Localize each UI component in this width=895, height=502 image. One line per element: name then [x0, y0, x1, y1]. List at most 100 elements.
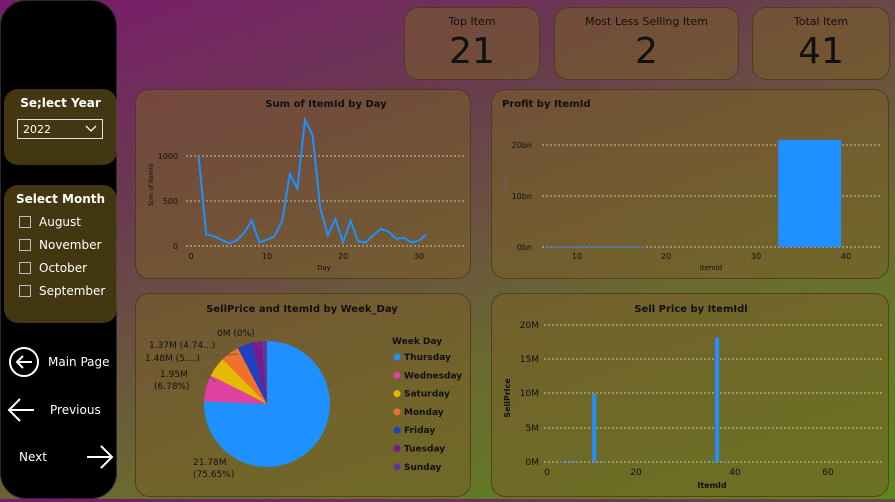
legend-item: Friday: [404, 426, 435, 436]
data-label-thursday-pct: (75.65%): [193, 470, 234, 480]
y-tick-label: 10M: [520, 389, 539, 399]
checkbox[interactable]: [19, 215, 31, 228]
month-label: November: [39, 237, 102, 252]
data-label-zero: 0M (0%): [217, 329, 255, 339]
y-tick-label: 5M: [526, 424, 540, 434]
x-tick-label: 10: [572, 252, 582, 261]
kpi-label: Top Item: [448, 15, 496, 28]
bar: [559, 461, 564, 463]
y-tick-label: 15M: [520, 355, 539, 365]
bar: [617, 246, 627, 248]
kpi-card-least-selling: Most Less Selling Item 2: [554, 7, 739, 80]
bar: [608, 246, 618, 248]
month-filter-card: Select Month August November October Sep…: [4, 185, 117, 323]
bar: [715, 337, 720, 462]
bar: [710, 460, 715, 462]
main-page-button[interactable]: Main Page: [8, 346, 110, 378]
bar: [805, 139, 815, 247]
bar: [572, 246, 582, 248]
bar: [796, 139, 806, 247]
data-label-saturday: 1.48M (5....): [145, 354, 200, 364]
previous-button[interactable]: Previous: [6, 396, 101, 424]
checkbox[interactable]: [19, 238, 31, 251]
data-label-thursday: 21.78M: [193, 458, 227, 468]
x-tick-label: 0: [544, 468, 550, 478]
arrow-left-icon: [7, 398, 34, 422]
year-select[interactable]: 2022: [17, 119, 103, 139]
bar: [823, 139, 833, 247]
next-label: Next: [19, 450, 47, 464]
kpi-card-total-item: Total Item 41: [752, 7, 890, 80]
x-tick-label: 20: [630, 468, 642, 478]
chart-card-pie: SellPrice and ItemId by Week_Day 21.78M …: [135, 293, 471, 497]
month-label: October: [39, 260, 88, 275]
data-label-wednesday: 1.95M: [160, 370, 188, 380]
month-option-october[interactable]: October: [4, 256, 117, 279]
sidebar: Se;lect Year 2022 Select Month August No…: [0, 0, 117, 499]
x-tick-label: 20: [338, 252, 348, 261]
kpi-label: Total Item: [793, 15, 849, 28]
legend-marker: [393, 426, 401, 434]
line-chart: Sum of ItemId by Day 0 500 1000 0 10 20 …: [148, 99, 466, 272]
x-tick-label: 60: [822, 468, 834, 478]
bar: [545, 246, 555, 248]
x-tick-label: 30: [751, 252, 761, 261]
bar: [573, 461, 578, 463]
x-axis-label: Day: [317, 264, 331, 272]
bar-series: [559, 337, 729, 463]
month-label: September: [39, 283, 106, 298]
bar: [601, 461, 606, 463]
legend-marker: [393, 371, 401, 379]
x-axis-label: ItemId: [697, 481, 727, 490]
chart-card-sell-price: Sell Price by ItemIdl 0M 5M 10M 15M 20M …: [491, 293, 889, 497]
y-tick-label: 10bn: [512, 192, 532, 201]
bar: [626, 246, 636, 248]
kpi-value: 41: [798, 31, 844, 72]
next-button[interactable]: Next: [19, 443, 115, 471]
x-tick-label: 0: [188, 252, 193, 261]
bar: [568, 460, 573, 462]
pie-slices: [204, 341, 330, 467]
y-tick-label: 1000: [158, 152, 178, 161]
kpi-value: 2: [635, 31, 658, 72]
kpi-value: 21: [449, 31, 495, 72]
checkbox[interactable]: [19, 261, 31, 274]
bar: [724, 461, 729, 463]
month-option-november[interactable]: November: [4, 233, 117, 256]
bar: [599, 246, 609, 248]
year-filter-title: Se;lect Year: [20, 96, 101, 110]
bar: [831, 139, 842, 247]
pie-chart: SellPrice and ItemId by Week_Day 21.78M …: [145, 304, 462, 480]
legend-item: Wednesday: [404, 371, 462, 381]
legend-marker: [393, 408, 401, 416]
year-filter-card: Se;lect Year 2022: [4, 89, 117, 165]
chart-card-profit: Profit by ItemId 0bn 10bn 20bn 10 20 30 …: [491, 89, 889, 279]
x-tick-label: 20: [661, 252, 671, 261]
year-select-value: 2022: [23, 122, 51, 136]
month-option-august[interactable]: August: [4, 210, 117, 233]
x-tick-label: 40: [729, 468, 741, 478]
legend-title: Week Day: [392, 337, 442, 347]
bar-chart: Profit by ItemId 0bn 10bn 20bn 10 20 30 …: [502, 99, 882, 272]
bar: [563, 246, 573, 248]
legend-marker: [393, 390, 401, 398]
previous-label: Previous: [50, 403, 101, 417]
chart-title: Sell Price by ItemIdl: [634, 304, 747, 315]
arrow-right-icon: [86, 445, 114, 469]
data-label-monday: 1.37M (4.74...): [149, 341, 215, 351]
legend-item: Monday: [404, 408, 444, 418]
legend-item: Thursday: [404, 353, 451, 363]
legend-marker: [393, 353, 401, 361]
bar: [787, 139, 797, 247]
series-line: [197, 116, 428, 246]
x-tick-label: 40: [841, 252, 851, 261]
bar: [581, 246, 591, 248]
month-option-september[interactable]: September: [4, 279, 117, 302]
checkbox[interactable]: [19, 284, 31, 297]
y-axis-label: Sum of ItemId: [148, 164, 155, 206]
y-tick-label: 500: [163, 197, 178, 206]
legend-marker: [393, 445, 401, 452]
chart-title: Sum of ItemId by Day: [265, 99, 387, 110]
bar: [592, 393, 597, 462]
y-axis-label: Profit: [502, 173, 510, 192]
